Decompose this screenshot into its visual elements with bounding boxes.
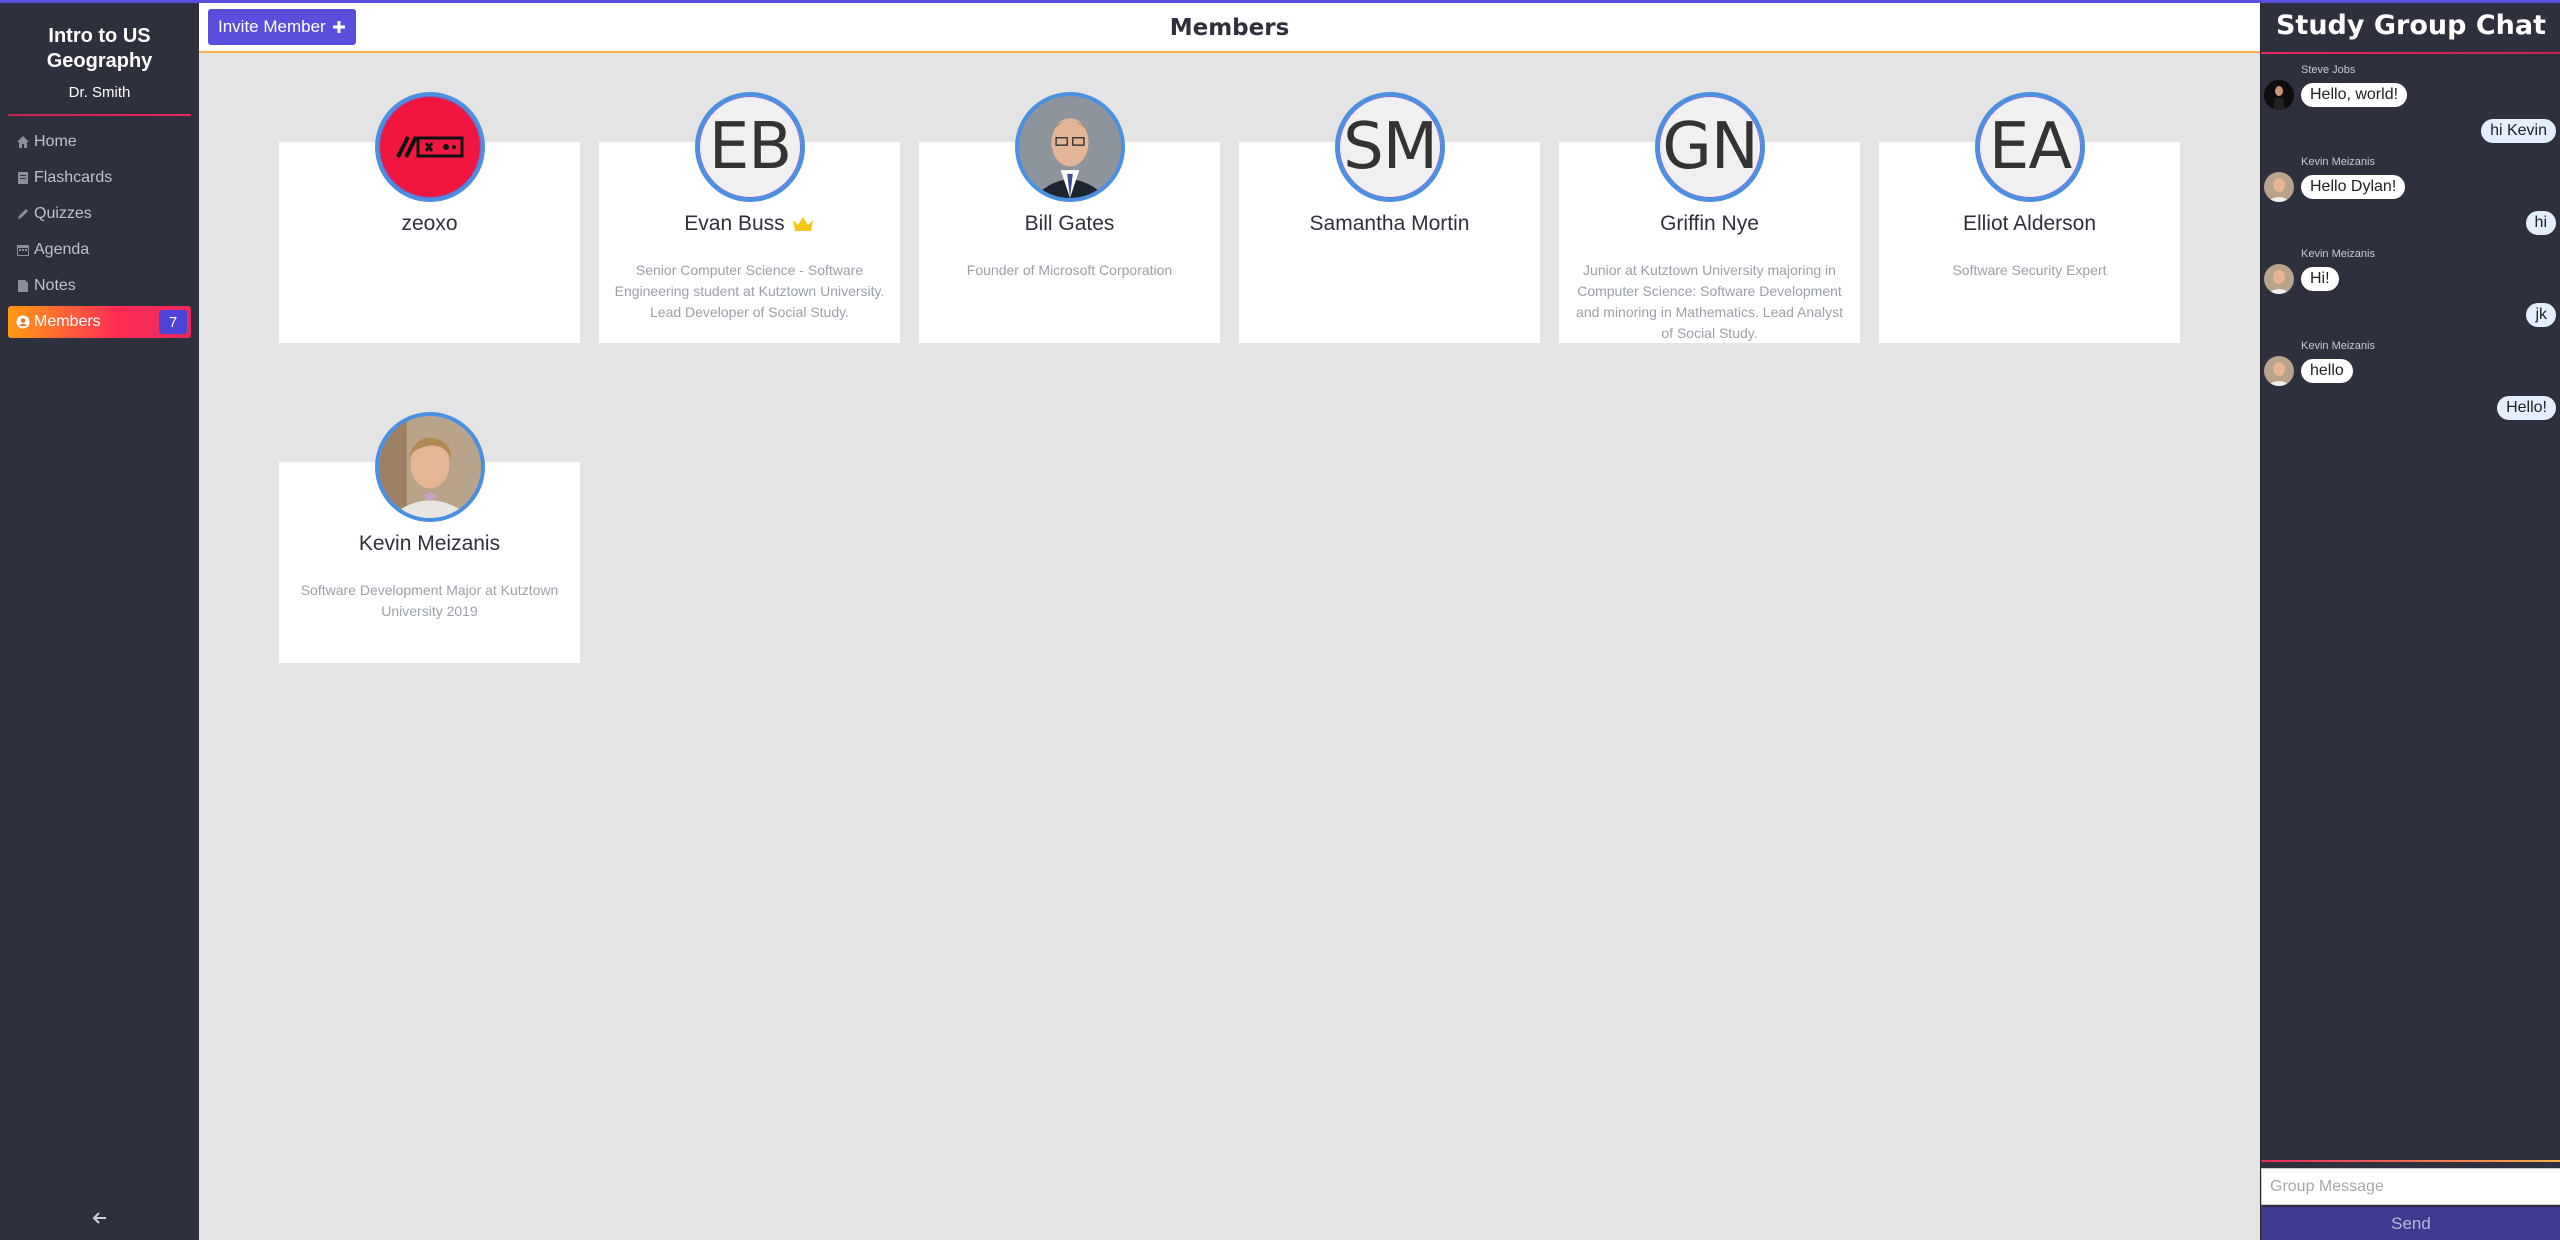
member-name: Kevin Meizanis [279, 532, 580, 556]
chat-message: hi Kevin [2481, 119, 2556, 143]
member-name: Bill Gates [919, 212, 1220, 236]
message-avatar [2264, 172, 2294, 202]
sidebar-item-quizzes[interactable]: Quizzes [8, 198, 191, 230]
member-name: zeoxo [279, 212, 580, 236]
chat-title: Study Group Chat [2275, 10, 2547, 41]
member-avatar [375, 92, 485, 202]
member-name-text: Elliot Alderson [1962, 212, 2097, 235]
sidebar-item-label: Home [34, 133, 77, 150]
chat-message: Hello! [2497, 396, 2556, 420]
sidebar: Intro to US Geography Dr. Smith Home Fla… [0, 0, 199, 1240]
sidebar-item-label: Members [34, 313, 101, 330]
member-bio: Software Development Major at Kutztown U… [300, 582, 559, 619]
avatar-initials: GN [1662, 110, 1758, 184]
invite-member-button[interactable]: Invite Member [208, 9, 356, 45]
note-icon [18, 280, 28, 292]
page-title: Members [1169, 15, 1290, 41]
chat-input-divider [2261, 1160, 2560, 1162]
chat-message: Hello, world! [2301, 83, 2408, 107]
message-avatar [2264, 356, 2294, 386]
sidebar-item-label: Agenda [34, 241, 90, 258]
member-name-text: Kevin Meizanis [358, 532, 501, 555]
calendar-icon [17, 245, 29, 256]
sidebar-item-home[interactable]: Home [8, 126, 191, 158]
sidebar-item-label: Notes [34, 277, 76, 294]
chat-message: Hello Dylan! [2301, 175, 2406, 199]
member-avatar: EA [1975, 92, 2085, 202]
arrow-left-icon[interactable] [90, 1208, 110, 1228]
member-card[interactable]: GN Griffin Nye Junior at Kutztown Univer… [1559, 92, 1860, 343]
chat-divider [2261, 52, 2560, 54]
message-author: Kevin Meizanis [2301, 340, 2375, 352]
home-icon [17, 136, 29, 148]
member-card[interactable]: EA Elliot Alderson Software Security Exp… [1879, 92, 2180, 343]
member-avatar [375, 412, 485, 522]
sidebar-item-agenda[interactable]: Agenda [8, 234, 191, 266]
member-card[interactable]: Bill Gates Founder of Microsoft Corporat… [919, 92, 1220, 343]
member-name: Samantha Mortin [1239, 212, 1540, 236]
member-avatar [1015, 92, 1125, 202]
send-button[interactable]: Send [2261, 1207, 2560, 1240]
message-avatar [2264, 80, 2294, 110]
member-card[interactable]: SM Samantha Mortin [1239, 92, 1540, 343]
member-name-text: zeoxo [401, 212, 458, 235]
message-author: Kevin Meizanis [2301, 248, 2375, 260]
chat-panel: Study Group Chat Steve Jobs Hello, world… [2260, 0, 2560, 1240]
kevin-meizanis-avatar [2264, 172, 2294, 202]
pencil-icon [18, 209, 28, 219]
sidebar-divider [8, 114, 191, 116]
chat-message: hello [2301, 359, 2353, 383]
member-bio: Senior Computer Science - Software Engin… [614, 262, 885, 320]
member-avatar: SM [1335, 92, 1445, 202]
member-card[interactable]: Kevin Meizanis Software Development Majo… [279, 412, 580, 663]
avatar-initials: EB [708, 110, 792, 184]
member-name: Griffin Nye [1559, 212, 1860, 236]
member-bio: Founder of Microsoft Corporation [966, 262, 1173, 278]
sidebar-item-members[interactable]: Members 7 [8, 306, 191, 338]
kevin-meizanis-avatar [2264, 356, 2294, 386]
member-avatar: EB [695, 92, 805, 202]
message-author: Steve Jobs [2301, 64, 2356, 76]
bill-gates-photo [1019, 96, 1121, 198]
member-card[interactable]: EB Evan Buss Senior Computer Science - S… [599, 92, 900, 343]
main-header: Members Invite Member [199, 3, 2260, 53]
steve-jobs-avatar [2264, 80, 2294, 110]
plus-icon [332, 21, 345, 33]
member-name-text: Samantha Mortin [1309, 212, 1470, 235]
member-name-text: Bill Gates [1024, 212, 1115, 235]
chat-message: Hi! [2301, 267, 2339, 291]
member-bio: Software Security Expert [1952, 262, 2107, 278]
member-name-text: Evan Buss [684, 212, 785, 235]
flashcards-icon [18, 172, 28, 184]
sidebar-item-label: Quizzes [34, 205, 92, 222]
course-title: Intro to US Geography [46, 25, 153, 72]
chat-message: hi [2525, 211, 2556, 235]
message-author: Kevin Meizanis [2301, 156, 2375, 168]
invite-member-label: Invite Member [218, 17, 326, 36]
message-avatar [2264, 264, 2294, 294]
top-accent-line [0, 0, 2560, 3]
user-circle-icon [16, 315, 30, 329]
member-name: Evan Buss [599, 212, 900, 236]
crown-icon [792, 217, 813, 231]
member-bio: Junior at Kutztown University majoring i… [1576, 262, 1843, 341]
avatar-initials: EA [1988, 110, 2072, 184]
kevin-meizanis-avatar [2264, 264, 2294, 294]
sidebar-item-flashcards[interactable]: Flashcards [8, 162, 191, 194]
member-name-text: Griffin Nye [1660, 212, 1759, 235]
instructor-name: Dr. Smith [68, 84, 131, 101]
member-avatar: GN [1655, 92, 1765, 202]
chat-message: jk [2526, 303, 2556, 327]
member-card[interactable]: zeoxo [279, 92, 580, 343]
sidebar-item-notes[interactable]: Notes [8, 270, 191, 302]
avatar-initials: SM [1343, 110, 1438, 184]
sidebar-item-label: Flashcards [34, 169, 113, 186]
sidebar-nav: Home Flashcards Quizzes Agenda Notes Mem… [8, 126, 191, 342]
member-name: Elliot Alderson [1879, 212, 2180, 236]
kevin-meizanis-photo [379, 416, 481, 518]
zeoxo-logo-icon [396, 136, 464, 158]
members-count-badge: 7 [159, 310, 187, 334]
group-message-input[interactable] [2261, 1168, 2560, 1205]
